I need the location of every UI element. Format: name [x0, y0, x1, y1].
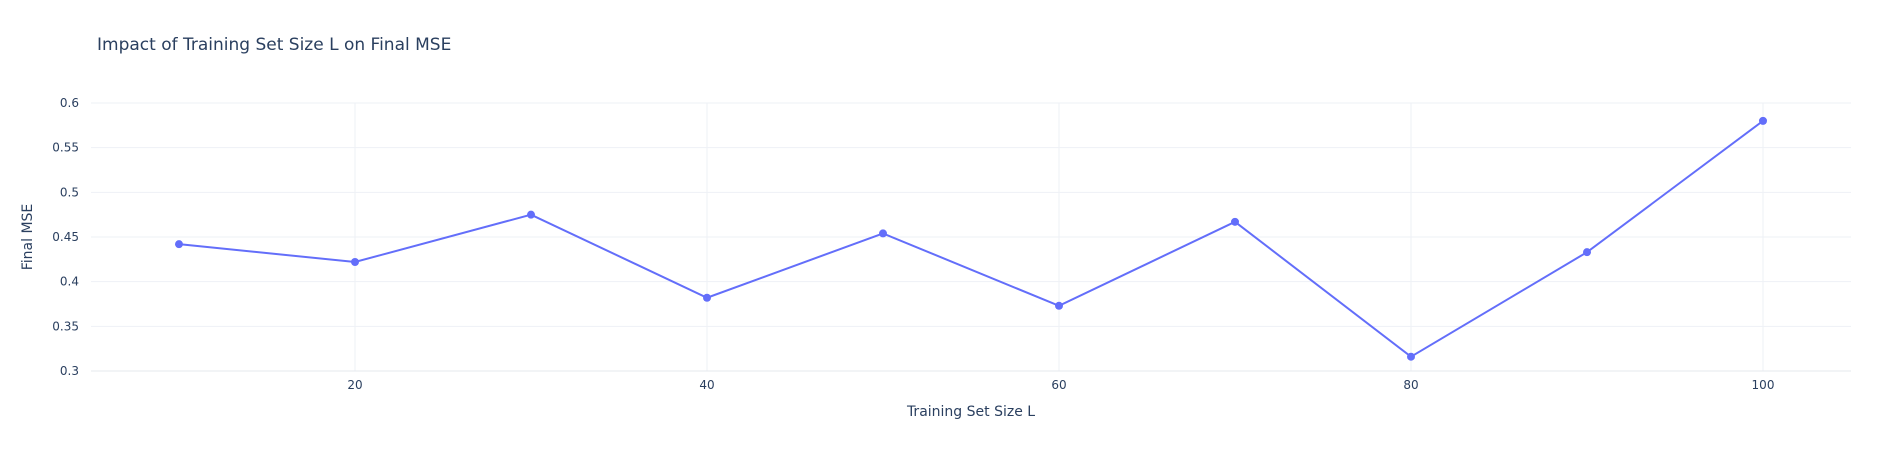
y-tick-label: 0.55 — [52, 141, 79, 155]
y-tick-label: 0.6 — [60, 96, 79, 110]
data-point — [1055, 301, 1063, 310]
series-line — [178, 120, 1764, 358]
data-points — [175, 116, 1767, 361]
y-axis-title: Final MSE — [20, 204, 36, 271]
y-tick-label: 0.3 — [60, 364, 79, 378]
y-tick-label: 0.5 — [60, 185, 79, 199]
data-point — [351, 258, 359, 267]
data-point — [1759, 116, 1767, 125]
x-tick-label: 100 — [1752, 378, 1775, 392]
line-chart: Impact of Training Set Size L on Final M… — [20, 35, 1851, 420]
data-point — [1407, 352, 1415, 361]
chart-title: Impact of Training Set Size L on Final M… — [97, 35, 451, 55]
x-tick-label: 60 — [1051, 378, 1066, 392]
axes: 20 40 60 80 100 0.3 0.35 0.4 0.45 0.5 0.55 0.6 — [52, 96, 1774, 392]
x-axis-title: Training Set Size L — [906, 404, 1035, 420]
data-point — [703, 293, 711, 302]
x-tick-label: 20 — [347, 378, 362, 392]
data-point — [527, 210, 535, 219]
data-point — [879, 229, 887, 238]
y-tick-label: 0.35 — [52, 319, 79, 333]
gridlines — [91, 102, 1851, 372]
y-tick-label: 0.45 — [52, 230, 79, 244]
data-point — [1583, 248, 1591, 257]
y-tick-label: 0.4 — [60, 275, 79, 289]
x-tick-label: 40 — [699, 378, 714, 392]
x-tick-label: 80 — [1403, 378, 1418, 392]
data-point — [1231, 217, 1239, 226]
data-point — [175, 240, 183, 249]
